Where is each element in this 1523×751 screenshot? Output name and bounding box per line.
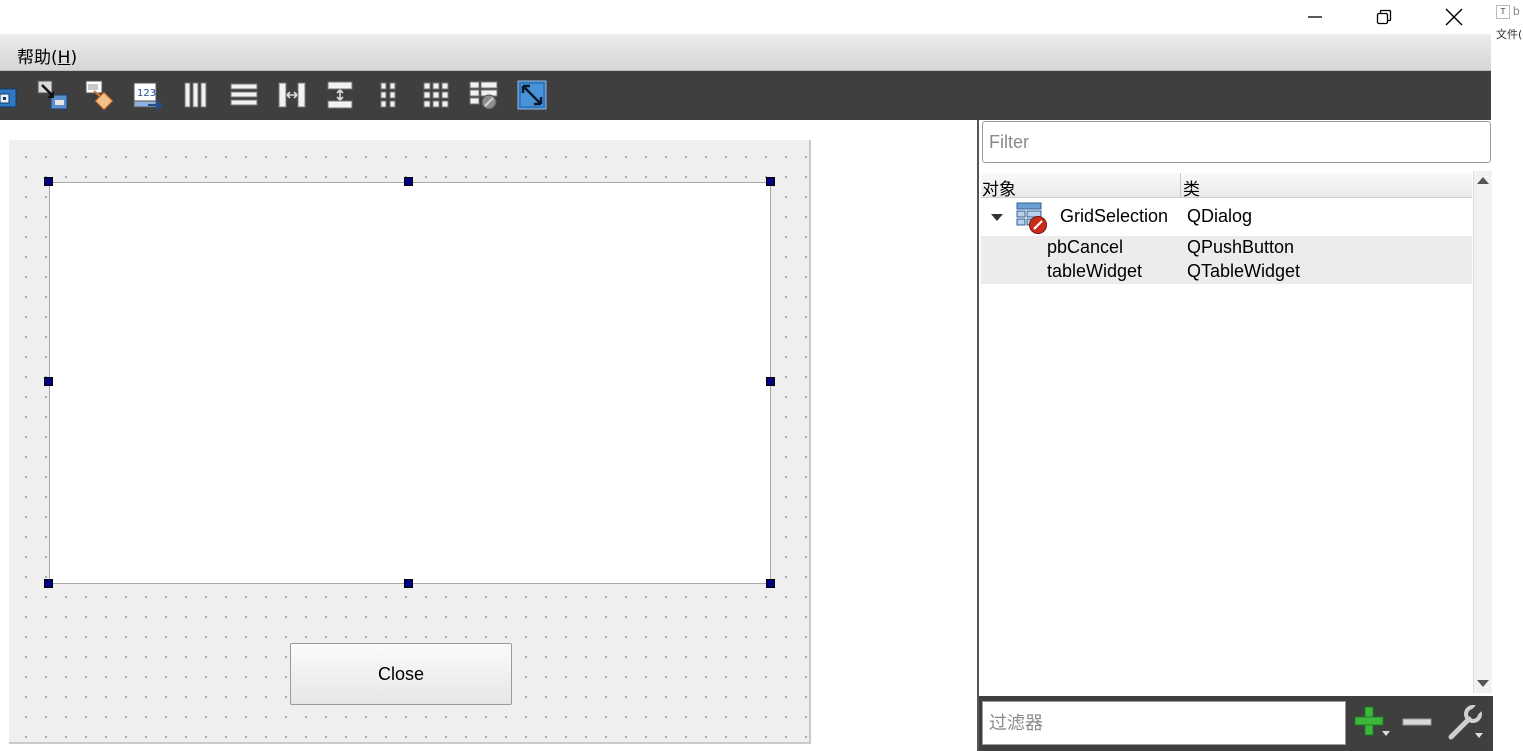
- tree-header: 对象 类: [981, 173, 1472, 200]
- layout-vertical-splitter-icon[interactable]: [324, 79, 356, 111]
- column-header-object[interactable]: 对象: [982, 175, 1016, 200]
- column-header-class[interactable]: 类: [1183, 175, 1200, 200]
- layout-horizontally-icon[interactable]: [180, 79, 212, 111]
- close-button[interactable]: Close: [290, 643, 512, 705]
- design-canvas: Close: [0, 120, 977, 751]
- add-icon[interactable]: [1353, 704, 1391, 742]
- tree-row-gridselection[interactable]: GridSelection QDialog: [981, 200, 1472, 236]
- remove-icon[interactable]: [1399, 704, 1437, 742]
- menu-help-prefix: 帮助(: [17, 48, 58, 68]
- object-name: pbCancel: [1047, 237, 1124, 257]
- table-widget[interactable]: [49, 182, 771, 584]
- menu-help[interactable]: 帮助(H): [17, 43, 77, 68]
- column-divider[interactable]: [1180, 173, 1181, 197]
- object-class: QDialog: [1187, 206, 1253, 226]
- restore-icon: [1376, 9, 1392, 25]
- expand-arrow-icon[interactable]: [991, 214, 1003, 221]
- signal-filter-input[interactable]: [982, 701, 1346, 745]
- dialog-icon: [1016, 202, 1047, 234]
- object-class: QPushButton: [1187, 237, 1295, 257]
- wrench-icon[interactable]: [1447, 704, 1485, 742]
- resize-handle-bottom-right[interactable]: [766, 579, 775, 588]
- tree-row-pbcancel[interactable]: pbCancel QPushButton: [981, 236, 1472, 260]
- menu-help-accelerator: H: [57, 48, 71, 68]
- svg-text:123: 123: [137, 88, 156, 99]
- object-inspector: 对象 类 GridSelection QDialog pbCancel QPus…: [977, 120, 1493, 751]
- widget-editing-mode-icon[interactable]: [0, 79, 20, 111]
- scroll-up-arrow-icon[interactable]: [1477, 177, 1489, 184]
- menu-bar: 帮助(H): [0, 34, 1491, 71]
- adjacent-window-title-fragment: b: [1513, 4, 1520, 18]
- resize-handle-top[interactable]: [404, 177, 413, 186]
- resize-handle-left[interactable]: [44, 377, 53, 386]
- layout-form-icon[interactable]: [372, 79, 404, 111]
- minimize-button[interactable]: [1280, 0, 1350, 34]
- object-name: tableWidget: [1047, 261, 1143, 281]
- object-name: GridSelection: [1060, 206, 1169, 226]
- break-layout-icon[interactable]: [468, 79, 500, 111]
- resize-handle-top-right[interactable]: [766, 177, 775, 186]
- dialog-form[interactable]: Close: [9, 140, 811, 744]
- layout-vertically-icon[interactable]: [228, 79, 260, 111]
- restore-button[interactable]: [1349, 0, 1419, 34]
- layout-horizontal-splitter-icon[interactable]: [276, 79, 308, 111]
- signal-slot-editing-mode-icon[interactable]: [36, 79, 68, 111]
- title-bar: [0, 0, 1490, 34]
- tab-order-editing-mode-icon[interactable]: 123: [132, 79, 164, 111]
- close-window-button[interactable]: [1419, 0, 1489, 34]
- resize-handle-right[interactable]: [766, 377, 775, 386]
- adjacent-window-edge: T b 文件(: [1491, 0, 1523, 751]
- layout-grid-icon[interactable]: [420, 79, 452, 111]
- resize-handle-bottom[interactable]: [404, 579, 413, 588]
- buddy-editing-mode-icon[interactable]: [84, 79, 116, 111]
- vertical-scrollbar[interactable]: [1473, 171, 1492, 693]
- close-icon: [1445, 8, 1463, 26]
- minimize-icon: [1308, 16, 1322, 18]
- tree-row-tablewidget[interactable]: tableWidget QTableWidget: [981, 260, 1472, 284]
- resize-handle-top-left[interactable]: [44, 177, 53, 186]
- scroll-down-arrow-icon[interactable]: [1477, 680, 1489, 687]
- menu-help-suffix: ): [70, 48, 78, 68]
- object-filter-input[interactable]: [982, 121, 1491, 163]
- inspector-bottom-toolbar: [979, 696, 1493, 751]
- object-class: QTableWidget: [1187, 261, 1301, 281]
- adjacent-file-menu-fragment[interactable]: 文件(: [1496, 26, 1522, 42]
- form-editor-toolbar: 123: [0, 71, 1491, 120]
- resize-handle-bottom-left[interactable]: [44, 579, 53, 588]
- text-file-icon: T: [1496, 5, 1510, 19]
- adjust-size-icon[interactable]: [516, 79, 548, 111]
